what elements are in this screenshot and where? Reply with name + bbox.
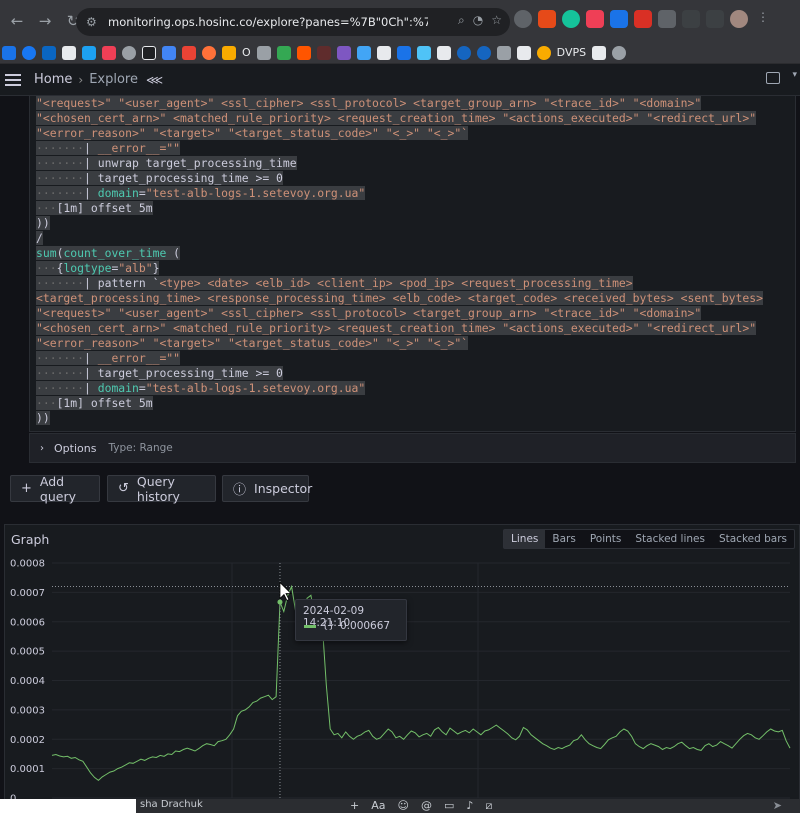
chat-bar: sha Drachuk + Aa ☺ @ ▭ ♪ ⧄ ➤ <box>0 799 800 813</box>
graph-tooltip: 2024-02-09 14:21:10 {} 0.000667 <box>295 599 407 641</box>
y-tick-label: 0.0005 <box>10 647 45 658</box>
y-tick-label: 0.0008 <box>10 559 45 570</box>
y-tick-label: 0.0007 <box>10 588 45 599</box>
video-icon[interactable]: ▭ <box>444 799 454 813</box>
emoji-icon[interactable]: ☺ <box>397 799 408 813</box>
series-line <box>51 584 791 782</box>
send-icon[interactable]: ➤ <box>773 799 782 812</box>
y-tick-label: 0.0003 <box>10 705 45 716</box>
plus-icon[interactable]: + <box>350 799 359 813</box>
mouse-cursor-icon <box>279 581 292 602</box>
mention-icon[interactable]: @ <box>421 799 432 813</box>
y-tick-label: 0.0004 <box>10 676 45 687</box>
tooltip-value: 0.000667 <box>340 620 391 632</box>
y-tick-label: 0.0001 <box>10 764 45 775</box>
tooltip-series-name: {} <box>322 620 335 631</box>
chat-input-area[interactable] <box>0 799 136 813</box>
microphone-icon[interactable]: ♪ <box>466 799 473 813</box>
y-tick-label: 0.0002 <box>10 735 45 746</box>
y-tick-label: 0.0006 <box>10 617 45 628</box>
series-color-swatch <box>304 625 316 628</box>
chat-user-name: sha Drachuk <box>140 799 203 810</box>
text-format-icon[interactable]: Aa <box>371 799 385 813</box>
hover-point <box>277 599 283 605</box>
shortcut-icon[interactable]: ⧄ <box>485 799 492 813</box>
time-series-chart[interactable]: 00.00010.00020.00030.00040.00050.00060.0… <box>0 0 800 813</box>
